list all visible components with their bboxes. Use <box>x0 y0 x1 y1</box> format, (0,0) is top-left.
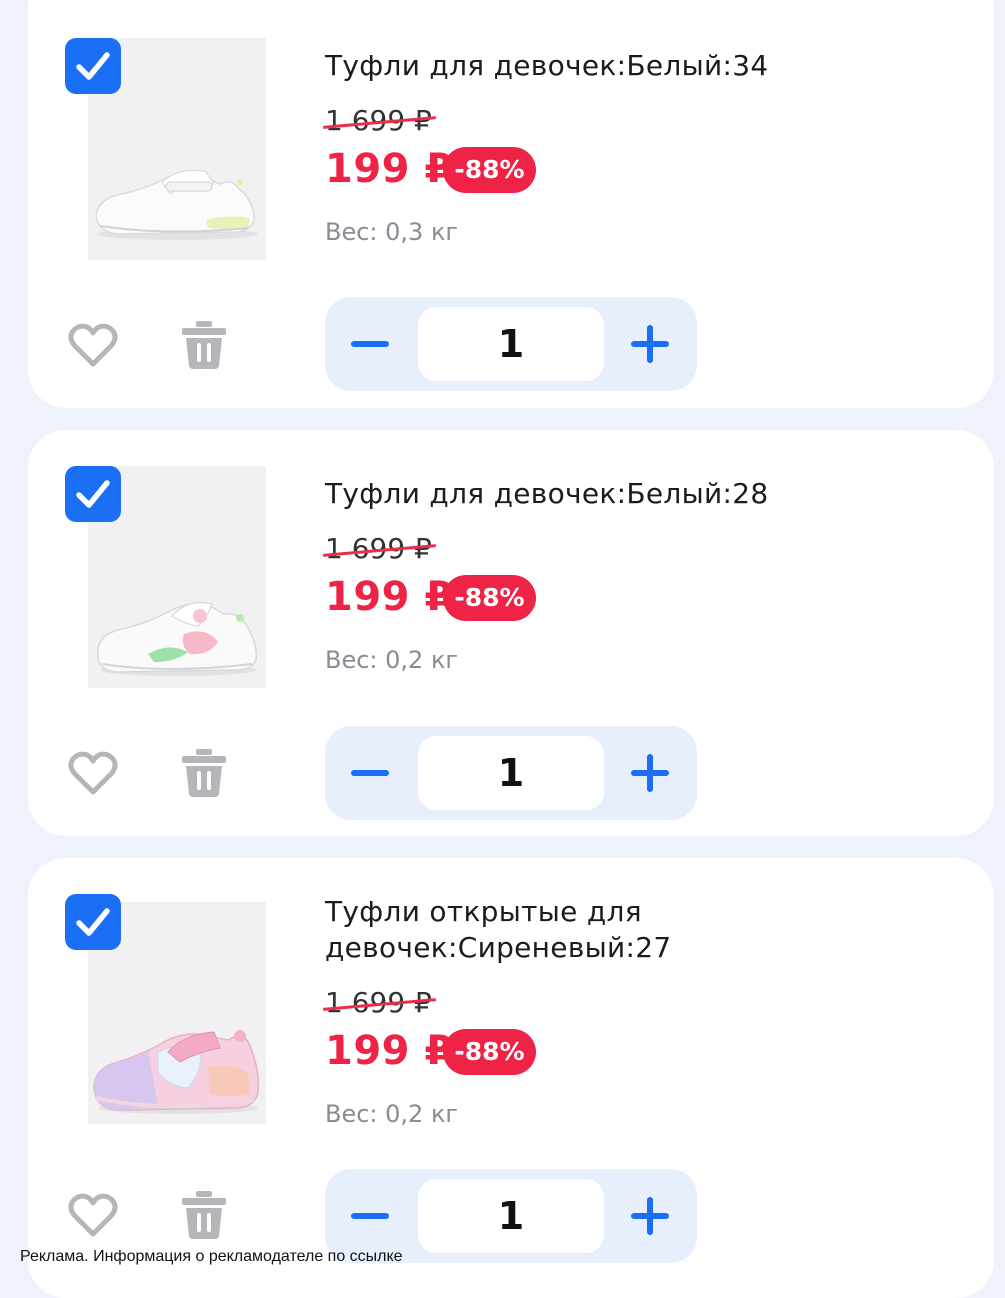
checkmark-icon <box>76 908 110 936</box>
discount-badge: -88% <box>443 575 536 621</box>
heart-icon[interactable] <box>68 750 118 796</box>
minus-icon[interactable] <box>341 313 403 375</box>
cart-item-card: Туфли для девочек:Белый:28 1 699 ₽ 199 ₽… <box>28 430 994 836</box>
checkmark-icon <box>76 52 110 80</box>
old-price: 1 699 ₽ <box>323 532 436 565</box>
item-checkbox[interactable] <box>65 38 121 94</box>
old-price: 1 699 ₽ <box>323 986 436 1019</box>
plus-icon[interactable] <box>619 1185 681 1247</box>
minus-icon[interactable] <box>341 742 403 804</box>
quantity-value[interactable]: 1 <box>418 307 604 381</box>
discount-badge: -88% <box>443 1029 536 1075</box>
plus-icon[interactable] <box>619 313 681 375</box>
plus-icon[interactable] <box>619 742 681 804</box>
item-weight: Вес: 0,3 кг <box>325 218 459 246</box>
trash-icon[interactable] <box>180 320 228 370</box>
trash-icon[interactable] <box>180 1190 228 1240</box>
item-checkbox[interactable] <box>65 466 121 522</box>
sale-price: 199 ₽ <box>325 146 453 192</box>
item-checkbox[interactable] <box>65 894 121 950</box>
heart-icon[interactable] <box>68 1192 118 1238</box>
sale-price: 199 ₽ <box>325 1028 453 1074</box>
quantity-value[interactable]: 1 <box>418 736 604 810</box>
cart-item-card: Туфли открытые для девочек:Сиреневый:27 … <box>28 858 994 1298</box>
product-title[interactable]: Туфли для девочек:Белый:34 <box>325 48 945 84</box>
sale-price: 199 ₽ <box>325 574 453 620</box>
product-title[interactable]: Туфли открытые для девочек:Сиреневый:27 <box>325 894 945 966</box>
cart-item-card: Туфли для девочек:Белый:34 1 699 ₽ 199 ₽… <box>28 0 994 408</box>
discount-badge: -88% <box>443 147 536 193</box>
heart-icon[interactable] <box>68 322 118 368</box>
checkmark-icon <box>76 480 110 508</box>
quantity-stepper: 1 <box>325 297 697 391</box>
minus-icon[interactable] <box>341 1185 403 1247</box>
quantity-stepper: 1 <box>325 726 697 820</box>
old-price: 1 699 ₽ <box>323 104 436 137</box>
quantity-value[interactable]: 1 <box>418 1179 604 1253</box>
ad-disclaimer[interactable]: Реклама. Информация о рекламодателе по с… <box>20 1248 403 1266</box>
item-weight: Вес: 0,2 кг <box>325 646 459 674</box>
product-title[interactable]: Туфли для девочек:Белый:28 <box>325 476 945 512</box>
item-weight: Вес: 0,2 кг <box>325 1100 459 1128</box>
trash-icon[interactable] <box>180 748 228 798</box>
